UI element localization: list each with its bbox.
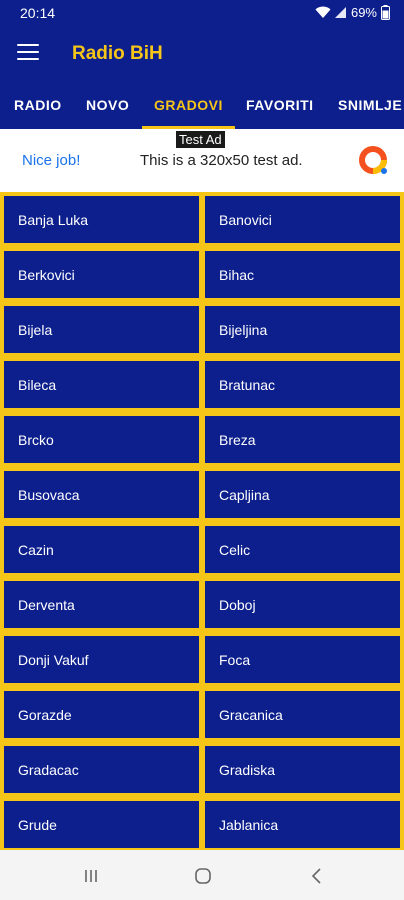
city-item[interactable]: Bijela — [4, 306, 199, 353]
city-item[interactable]: Gradacac — [4, 746, 199, 793]
city-item[interactable]: Derventa — [4, 581, 199, 628]
city-item[interactable]: Capljina — [205, 471, 400, 518]
city-item[interactable]: Gracanica — [205, 691, 400, 738]
city-item[interactable]: Brcko — [4, 416, 199, 463]
city-item[interactable]: Banovici — [205, 196, 400, 243]
home-icon[interactable] — [192, 865, 214, 887]
tab-bar: RADIO NOVO GRADOVI FAVORITI SNIMLJE — [0, 83, 404, 129]
status-time: 20:14 — [20, 5, 56, 21]
city-item[interactable]: Donji Vakuf — [4, 636, 199, 683]
city-item[interactable]: Breza — [205, 416, 400, 463]
tab-novo[interactable]: NOVO — [86, 83, 129, 129]
city-item[interactable]: Busovaca — [4, 471, 199, 518]
tab-radio[interactable]: RADIO — [14, 83, 62, 129]
system-nav-bar — [0, 850, 404, 900]
test-ad-badge: Test Ad — [176, 131, 225, 148]
city-item[interactable]: Banja Luka — [4, 196, 199, 243]
city-item[interactable]: Gradiska — [205, 746, 400, 793]
battery-percent: 69% — [350, 5, 377, 20]
city-grid: Banja Luka Banovici Berkovici Bihac Bijela Bi… — [0, 192, 404, 850]
city-item[interactable]: Bijeljina — [205, 306, 400, 353]
status-icons: 69% — [315, 5, 390, 20]
tab-snimljeno[interactable]: SNIMLJE — [338, 83, 402, 129]
app-bar: Radio BiH — [0, 27, 404, 83]
recents-icon[interactable] — [80, 865, 102, 887]
battery-icon — [381, 5, 390, 20]
tab-gradovi[interactable]: GRADOVI — [142, 83, 235, 129]
ad-headline[interactable]: Nice job! — [22, 152, 80, 169]
city-item[interactable]: Jablanica — [205, 801, 400, 848]
city-item[interactable]: Cazin — [4, 526, 199, 573]
hamburger-menu-icon[interactable] — [17, 44, 39, 62]
signal-icon — [334, 6, 347, 19]
ad-logo-icon[interactable] — [357, 144, 389, 176]
ad-body-text[interactable]: This is a 320x50 test ad. — [140, 152, 303, 169]
tab-favoriti[interactable]: FAVORITI — [246, 83, 314, 129]
back-icon[interactable] — [306, 865, 328, 887]
city-item[interactable]: Grude — [4, 801, 199, 848]
city-item[interactable]: Celic — [205, 526, 400, 573]
city-item[interactable]: Bileca — [4, 361, 199, 408]
city-item[interactable]: Foca — [205, 636, 400, 683]
city-item[interactable]: Bihac — [205, 251, 400, 298]
city-item[interactable]: Berkovici — [4, 251, 199, 298]
city-item[interactable]: Doboj — [205, 581, 400, 628]
city-item[interactable]: Bratunac — [205, 361, 400, 408]
app-title: Radio BiH — [72, 43, 163, 64]
city-item[interactable]: Gorazde — [4, 691, 199, 738]
status-bar: 20:14 69% — [0, 0, 404, 27]
wifi-icon — [315, 6, 331, 19]
